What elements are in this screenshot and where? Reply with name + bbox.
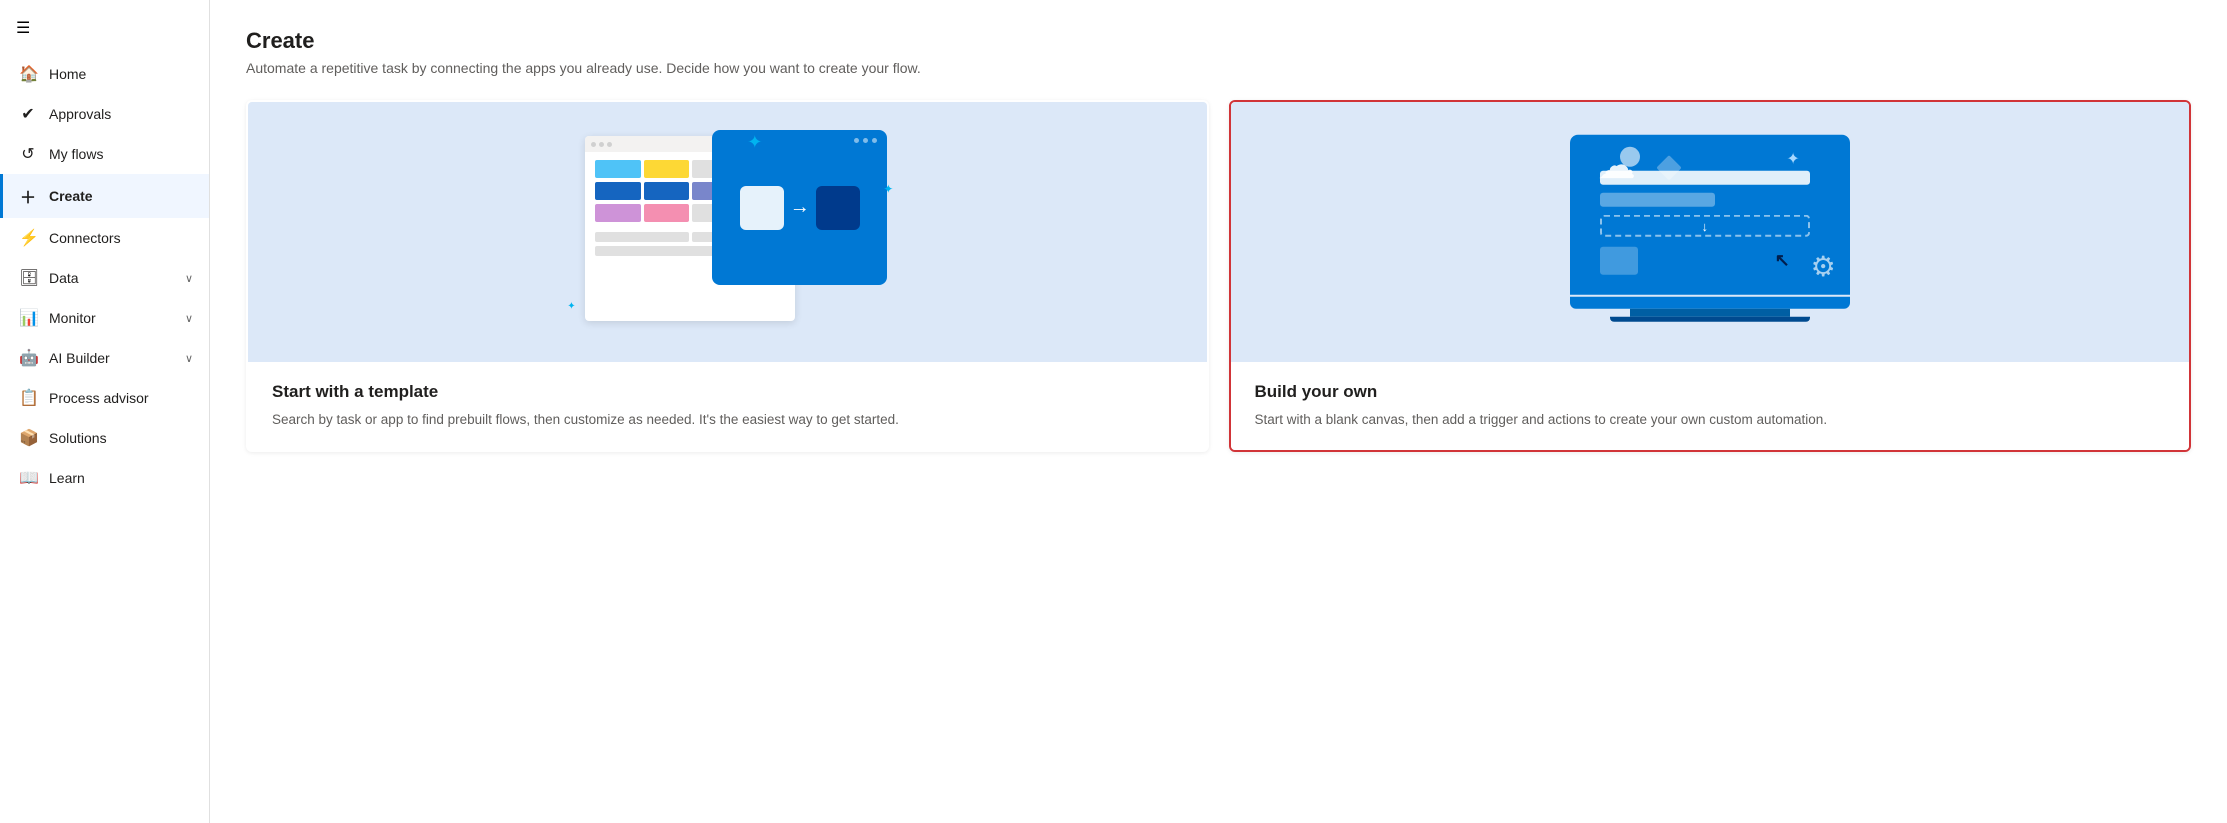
- sidebar: ☰ 🏠 Home ✔ Approvals ↺ My flows ＋ Create…: [0, 0, 210, 823]
- laptop-screen: ☁ ✦ ↓: [1570, 135, 1850, 295]
- monitor-icon: 📊: [19, 308, 37, 328]
- build-card-image: ☁ ✦ ↓: [1231, 102, 2190, 362]
- sidebar-label-approvals: Approvals: [49, 106, 111, 122]
- build-card[interactable]: ☁ ✦ ↓: [1229, 100, 2192, 452]
- sidebar-item-solutions[interactable]: 📦 Solutions: [0, 418, 209, 458]
- laptop-base: [1570, 297, 1850, 309]
- template-card-desc: Search by task or app to find prebuilt f…: [272, 410, 1183, 430]
- laptop: ☁ ✦ ↓: [1570, 135, 1850, 322]
- template-card-body: Start with a template Search by task or …: [248, 362, 1207, 450]
- ai-builder-icon: 🤖: [19, 348, 37, 368]
- sidebar-item-my-flows[interactable]: ↺ My flows: [0, 134, 209, 174]
- build-card-title: Build your own: [1255, 382, 2166, 402]
- sidebar-label-data: Data: [49, 270, 79, 286]
- home-icon: 🏠: [19, 64, 37, 84]
- template-card-image: → ✦ ✦ ✦: [248, 102, 1207, 362]
- build-card-body: Build your own Start with a blank canvas…: [1231, 362, 2190, 450]
- data-icon: 🗄: [19, 268, 37, 288]
- hamburger-button[interactable]: ☰: [0, 8, 209, 54]
- cards-row: → ✦ ✦ ✦: [246, 100, 2191, 452]
- sidebar-label-monitor: Monitor: [49, 310, 96, 326]
- sidebar-label-my-flows: My flows: [49, 146, 103, 162]
- template-card[interactable]: → ✦ ✦ ✦: [246, 100, 1209, 452]
- sidebar-label-create: Create: [49, 188, 93, 204]
- sidebar-label-solutions: Solutions: [49, 430, 107, 446]
- sidebar-item-ai-builder[interactable]: 🤖 AI Builder ∨: [0, 338, 209, 378]
- sidebar-item-create[interactable]: ＋ Create: [0, 174, 209, 218]
- sidebar-label-connectors: Connectors: [49, 230, 121, 246]
- sidebar-item-approvals[interactable]: ✔ Approvals: [0, 94, 209, 134]
- laptop-stand: [1630, 309, 1790, 317]
- process-advisor-icon: 📋: [19, 388, 37, 408]
- sidebar-item-learn[interactable]: 📖 Learn: [0, 458, 209, 498]
- page-subtitle: Automate a repetitive task by connecting…: [246, 60, 2191, 76]
- data-chevron: ∨: [185, 272, 193, 285]
- learn-icon: 📖: [19, 468, 37, 488]
- ai-builder-chevron: ∨: [185, 352, 193, 365]
- sidebar-label-learn: Learn: [49, 470, 85, 486]
- sidebar-item-connectors[interactable]: ⚡ Connectors: [0, 218, 209, 258]
- template-illustration: → ✦ ✦ ✦: [557, 122, 897, 342]
- monitor-chevron: ∨: [185, 312, 193, 325]
- build-illustration: ☁ ✦ ↓: [1540, 122, 1880, 342]
- create-icon: ＋: [19, 184, 37, 208]
- sidebar-item-data[interactable]: 🗄 Data ∨: [0, 258, 209, 298]
- sidebar-item-process-advisor[interactable]: 📋 Process advisor: [0, 378, 209, 418]
- template-card-title: Start with a template: [272, 382, 1183, 402]
- approvals-icon: ✔: [19, 104, 37, 124]
- main-content: Create Automate a repetitive task by con…: [210, 0, 2227, 823]
- solutions-icon: 📦: [19, 428, 37, 448]
- hamburger-icon: ☰: [16, 20, 30, 37]
- build-card-desc: Start with a blank canvas, then add a tr…: [1255, 410, 2166, 430]
- sidebar-label-home: Home: [49, 66, 86, 82]
- sidebar-label-process-advisor: Process advisor: [49, 390, 149, 406]
- page-title: Create: [246, 28, 2191, 54]
- connectors-icon: ⚡: [19, 228, 37, 248]
- sidebar-label-ai-builder: AI Builder: [49, 350, 110, 366]
- laptop-foot: [1610, 317, 1810, 322]
- sidebar-item-home[interactable]: 🏠 Home: [0, 54, 209, 94]
- sidebar-item-monitor[interactable]: 📊 Monitor ∨: [0, 298, 209, 338]
- my-flows-icon: ↺: [19, 144, 37, 164]
